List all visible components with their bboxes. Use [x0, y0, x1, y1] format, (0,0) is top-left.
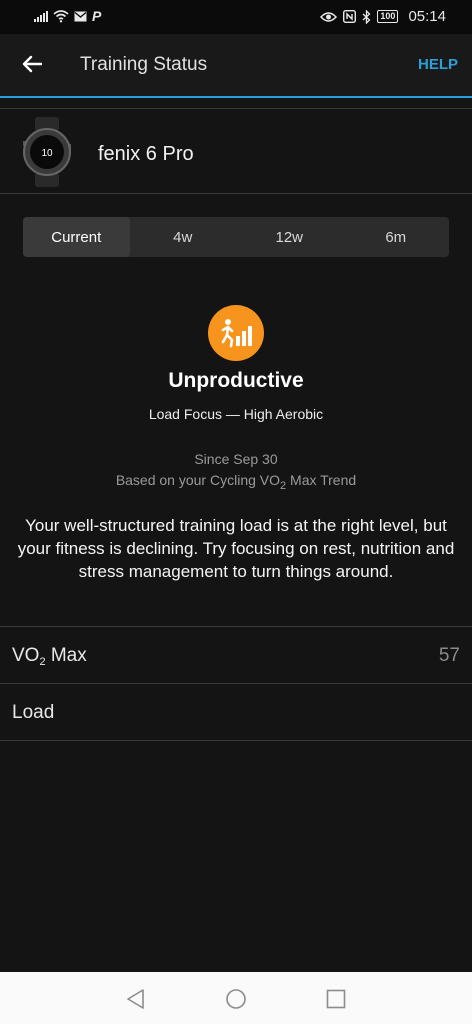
device-row[interactable]: 10 fenix 6 Pro	[0, 108, 472, 194]
based-on-text: Based on your Cycling VO2 Max Trend	[0, 472, 472, 492]
load-label: Load	[12, 702, 55, 723]
since-date: Since Sep 30	[194, 451, 278, 467]
device-name: fenix 6 Pro	[98, 143, 194, 165]
vo2-label-prefix: VO	[12, 645, 40, 666]
navigation-bar	[0, 972, 472, 1024]
status-bar: P 100 05:14	[0, 0, 472, 34]
vo2-max-label: VO2 Max	[12, 645, 87, 668]
wifi-icon	[53, 10, 69, 23]
status-right-icons: 100 05:14	[320, 8, 446, 25]
list-divider	[0, 740, 472, 741]
back-button[interactable]	[18, 50, 46, 78]
load-row[interactable]: Load	[0, 683, 472, 740]
arrow-left-icon	[22, 55, 42, 73]
vo2-max-row[interactable]: VO2 Max 57	[0, 626, 472, 683]
nav-back-icon[interactable]	[123, 986, 149, 1012]
nfc-icon	[343, 10, 357, 23]
battery-icon: 100	[377, 10, 399, 23]
watch-icon: 10	[23, 117, 71, 187]
nav-recents-icon[interactable]	[323, 986, 349, 1012]
vo2-label-suffix: Max	[45, 645, 87, 666]
based-on-subscript: 2	[280, 480, 287, 492]
tab-6m[interactable]: 6m	[343, 217, 450, 257]
based-on-suffix: Max Trend	[286, 472, 357, 488]
p-icon: P	[92, 8, 102, 24]
tab-12w[interactable]: 12w	[236, 217, 343, 257]
status-description: Your well-structured training load is at…	[17, 516, 455, 581]
period-tabs: Current 4w 12w 6m	[23, 217, 449, 257]
nav-home-icon[interactable]	[223, 986, 249, 1012]
tab-current[interactable]: Current	[23, 217, 130, 257]
runner-icon	[221, 319, 252, 348]
based-on-prefix: Based on your Cycling VO	[115, 472, 281, 488]
cellular-signal-icon	[34, 10, 48, 22]
status-left-icons: P	[34, 8, 101, 24]
header-accent-line	[0, 96, 472, 98]
status-clock: 05:14	[408, 8, 446, 25]
load-focus: Load Focus — High Aerobic	[148, 406, 324, 422]
watch-face-value: 10	[41, 148, 53, 159]
mail-icon	[74, 11, 87, 21]
vo2-label-subscript: 2	[39, 656, 46, 668]
vo2-max-value: 57	[438, 645, 460, 666]
app-header: Training Status HELP	[0, 34, 472, 96]
bluetooth-icon	[362, 9, 371, 24]
status-title: Unproductive	[168, 369, 304, 392]
help-button[interactable]: HELP	[418, 56, 458, 73]
eye-icon	[320, 11, 338, 22]
tab-4w[interactable]: 4w	[130, 217, 237, 257]
page-title: Training Status	[80, 54, 208, 75]
running-bars-icon	[208, 305, 264, 361]
